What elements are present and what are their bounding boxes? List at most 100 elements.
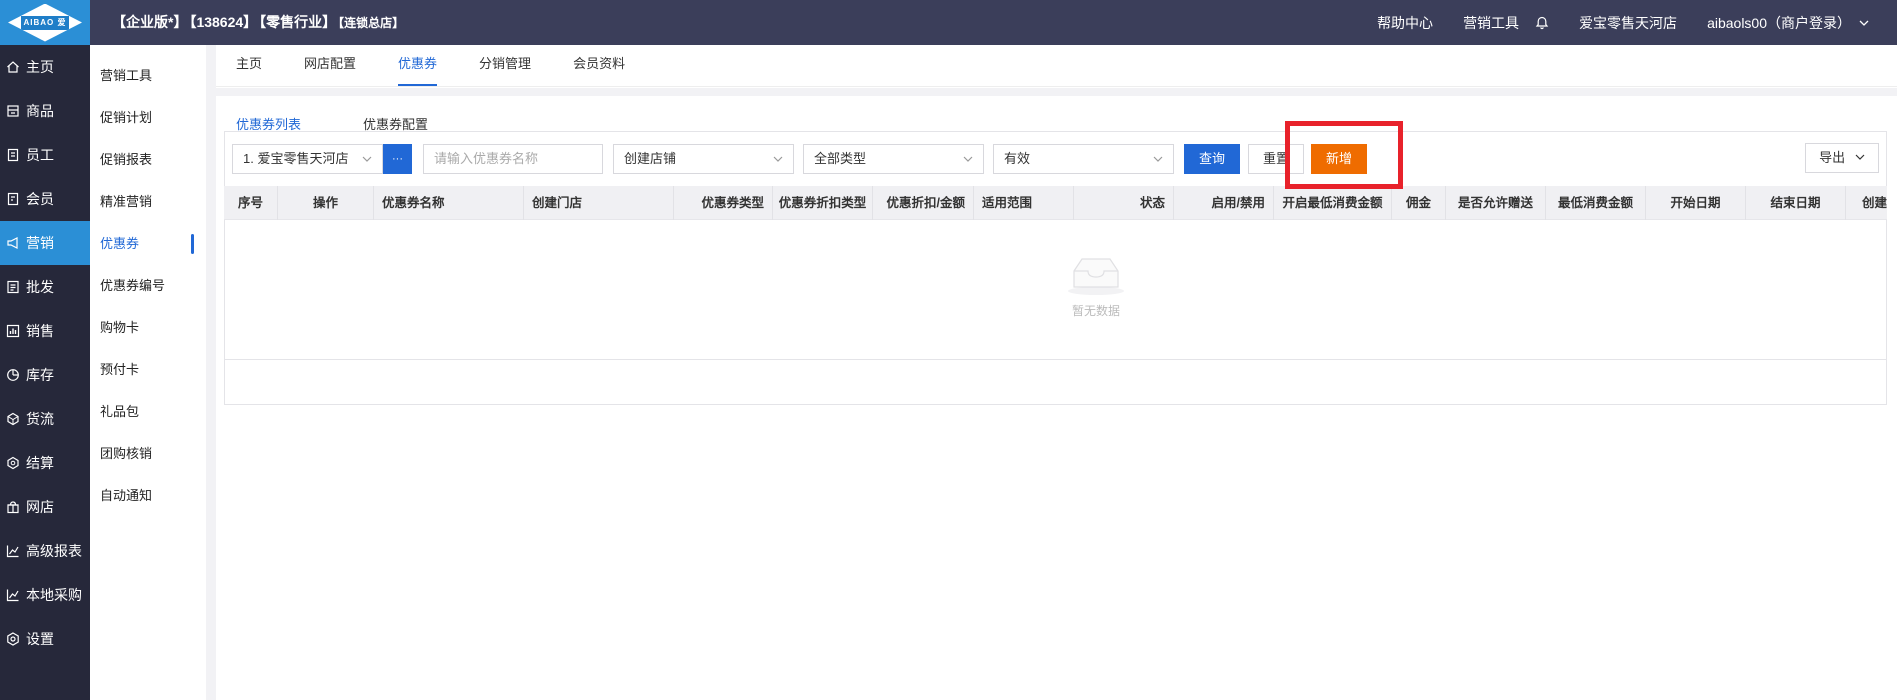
coupon-table-header: 序号 操作 优惠券名称 创建门店 优惠券类型 优惠券折扣类型 优惠折扣/金额 适… — [224, 186, 1887, 220]
account-id-label: 【138624】 — [189, 14, 258, 30]
nav-label: 会员 — [26, 191, 54, 207]
subnav-precision-marketing[interactable]: 精准营销 — [90, 181, 206, 223]
chevron-down-icon — [1153, 156, 1163, 162]
nav-label: 结算 — [26, 455, 54, 471]
nav-item-local-purchase[interactable]: 本地采购 — [0, 573, 90, 617]
subtab-coupon-list[interactable]: 优惠券列表 — [236, 114, 301, 133]
main-content: 主页 网店配置 优惠券 分销管理 会员资料 优惠券列表 优惠券配置 1. 爱宝零… — [216, 45, 1897, 700]
edition-label: 【企业版*】 — [112, 14, 188, 30]
top-right-menu: 帮助中心 营销工具 爱宝零售天河店 aibaols00（商户登录） — [1347, 0, 1869, 45]
tab-coupons[interactable]: 优惠券 — [398, 44, 438, 86]
nav-item-logistics[interactable]: 货流 — [0, 397, 90, 441]
store-more-button[interactable]: ··· — [383, 144, 412, 174]
settings-icon — [7, 632, 19, 646]
query-button[interactable]: 查询 — [1184, 144, 1240, 174]
col-coupon-name: 优惠券名称 — [374, 186, 524, 220]
table-bottom-border — [224, 359, 1887, 360]
store-type-label: 【连锁总店】 — [338, 16, 405, 30]
nav-item-staff[interactable]: 员工 — [0, 133, 90, 177]
nav-item-home[interactable]: 主页 — [0, 45, 90, 89]
divider — [216, 88, 1897, 96]
nav-item-inventory[interactable]: 库存 — [0, 353, 90, 397]
bell-icon[interactable] — [1535, 16, 1549, 30]
subnav-promotion-plan[interactable]: 促销计划 — [90, 97, 206, 139]
help-center-link[interactable]: 帮助中心 — [1377, 13, 1433, 33]
empty-state: 暂无数据 — [1058, 253, 1134, 319]
chart-icon — [6, 545, 19, 558]
col-coupon-type: 优惠券类型 — [674, 186, 773, 220]
export-button[interactable]: 导出 — [1805, 143, 1879, 173]
logo-text: AIBAO 爱宝 — [21, 15, 69, 41]
subnav-auto-notify[interactable]: 自动通知 — [90, 475, 206, 517]
nav-label: 高级报表 — [26, 543, 82, 559]
tab-distribution[interactable]: 分销管理 — [479, 44, 531, 86]
nav-label: 批发 — [26, 279, 54, 295]
chevron-down-icon — [362, 156, 372, 162]
user-menu[interactable]: aibaols00（商户登录） — [1707, 13, 1869, 33]
tab-shop-config[interactable]: 网店配置 — [304, 44, 356, 86]
marketing-sub-nav: 营销工具 促销计划 促销报表 精准营销 优惠券 优惠券编号 购物卡 预付卡 礼品… — [90, 45, 206, 700]
nav-label: 货流 — [26, 411, 54, 427]
left-nav: 主页 商品 员工 会员 营销 批发 销售 库存 货流 结算 网店 高级报表 本地… — [0, 45, 90, 700]
status-select[interactable]: 有效 — [993, 144, 1174, 174]
chevron-down-icon — [1855, 154, 1865, 160]
store-name-link[interactable]: 爱宝零售天河店 — [1579, 13, 1677, 33]
tab-home[interactable]: 主页 — [236, 44, 262, 86]
store-select[interactable]: 1. 爱宝零售天河店 — [232, 144, 383, 174]
col-commission: 佣金 — [1392, 186, 1446, 220]
subnav-prepaid-card[interactable]: 预付卡 — [90, 349, 206, 391]
coupon-type-select[interactable]: 全部类型 — [803, 144, 984, 174]
purchase-icon — [6, 589, 19, 602]
tab-member-info[interactable]: 会员资料 — [573, 44, 625, 86]
store-select-value: 1. 爱宝零售天河店 — [243, 151, 349, 166]
nav-label: 商品 — [26, 103, 54, 119]
nav-label: 本地采购 — [26, 587, 82, 603]
inventory-icon — [7, 369, 19, 381]
subtab-coupon-config[interactable]: 优惠券配置 — [363, 114, 428, 133]
col-discount-amount: 优惠折扣/金额 — [873, 186, 974, 220]
coupon-name-input[interactable]: 请输入优惠券名称 — [423, 144, 603, 174]
empty-inbox-icon — [1068, 258, 1124, 295]
subnav-shopping-card[interactable]: 购物卡 — [90, 307, 206, 349]
subnav-coupons[interactable]: 优惠券 — [90, 223, 206, 265]
megaphone-icon — [7, 237, 18, 249]
wholesale-icon — [7, 280, 19, 294]
nav-item-advanced-reports[interactable]: 高级报表 — [0, 529, 90, 573]
add-button[interactable]: 新增 — [1311, 144, 1367, 174]
nav-label: 员工 — [26, 147, 54, 163]
nav-item-marketing[interactable]: 营销 — [0, 221, 90, 265]
nav-item-settlement[interactable]: 结算 — [0, 441, 90, 485]
nav-label: 主页 — [26, 59, 54, 75]
create-store-select[interactable]: 创建店铺 — [613, 144, 794, 174]
subnav-marketing-tools[interactable]: 营销工具 — [90, 55, 206, 97]
status-value: 有效 — [1004, 151, 1031, 166]
col-min-spend-enabled: 开启最低消费金额 — [1274, 186, 1392, 220]
subnav-promotion-report[interactable]: 促销报表 — [90, 139, 206, 181]
col-scope: 适用范围 — [974, 186, 1074, 220]
nav-label: 库存 — [26, 367, 54, 383]
top-bar: AIBAO 爱宝 【企业版*】 【138624】 【零售行业】 【连锁总店】 帮助中心… — [0, 0, 1897, 45]
subnav-group-buy[interactable]: 团购核销 — [90, 433, 206, 475]
home-icon — [7, 61, 19, 73]
nav-item-shop[interactable]: 网店 — [0, 485, 90, 529]
col-enable-disable: 启用/禁用 — [1174, 186, 1274, 220]
page-tabs: 主页 网店配置 优惠券 分销管理 会员资料 — [216, 45, 1897, 87]
export-label: 导出 — [1819, 150, 1846, 165]
nav-label: 设置 — [26, 631, 54, 647]
subnav-gift-pack[interactable]: 礼品包 — [90, 391, 206, 433]
reset-button[interactable]: 重置 — [1248, 144, 1304, 174]
empty-text: 暂无数据 — [1071, 304, 1120, 318]
col-min-spend: 最低消费金额 — [1546, 186, 1646, 220]
nav-item-goods[interactable]: 商品 — [0, 89, 90, 133]
nav-item-settings[interactable]: 设置 — [0, 617, 90, 661]
chevron-down-icon — [773, 156, 783, 162]
nav-item-wholesale[interactable]: 批发 — [0, 265, 90, 309]
subnav-coupon-numbers[interactable]: 优惠券编号 — [90, 265, 206, 307]
logistics-icon — [7, 412, 19, 426]
marketing-tools-link[interactable]: 营销工具 — [1463, 13, 1519, 33]
create-store-value: 创建店铺 — [624, 151, 677, 166]
nav-item-member[interactable]: 会员 — [0, 177, 90, 221]
shop-icon — [7, 501, 19, 514]
aibao-logo[interactable]: AIBAO 爱宝 — [0, 0, 90, 45]
nav-item-sales[interactable]: 销售 — [0, 309, 90, 353]
